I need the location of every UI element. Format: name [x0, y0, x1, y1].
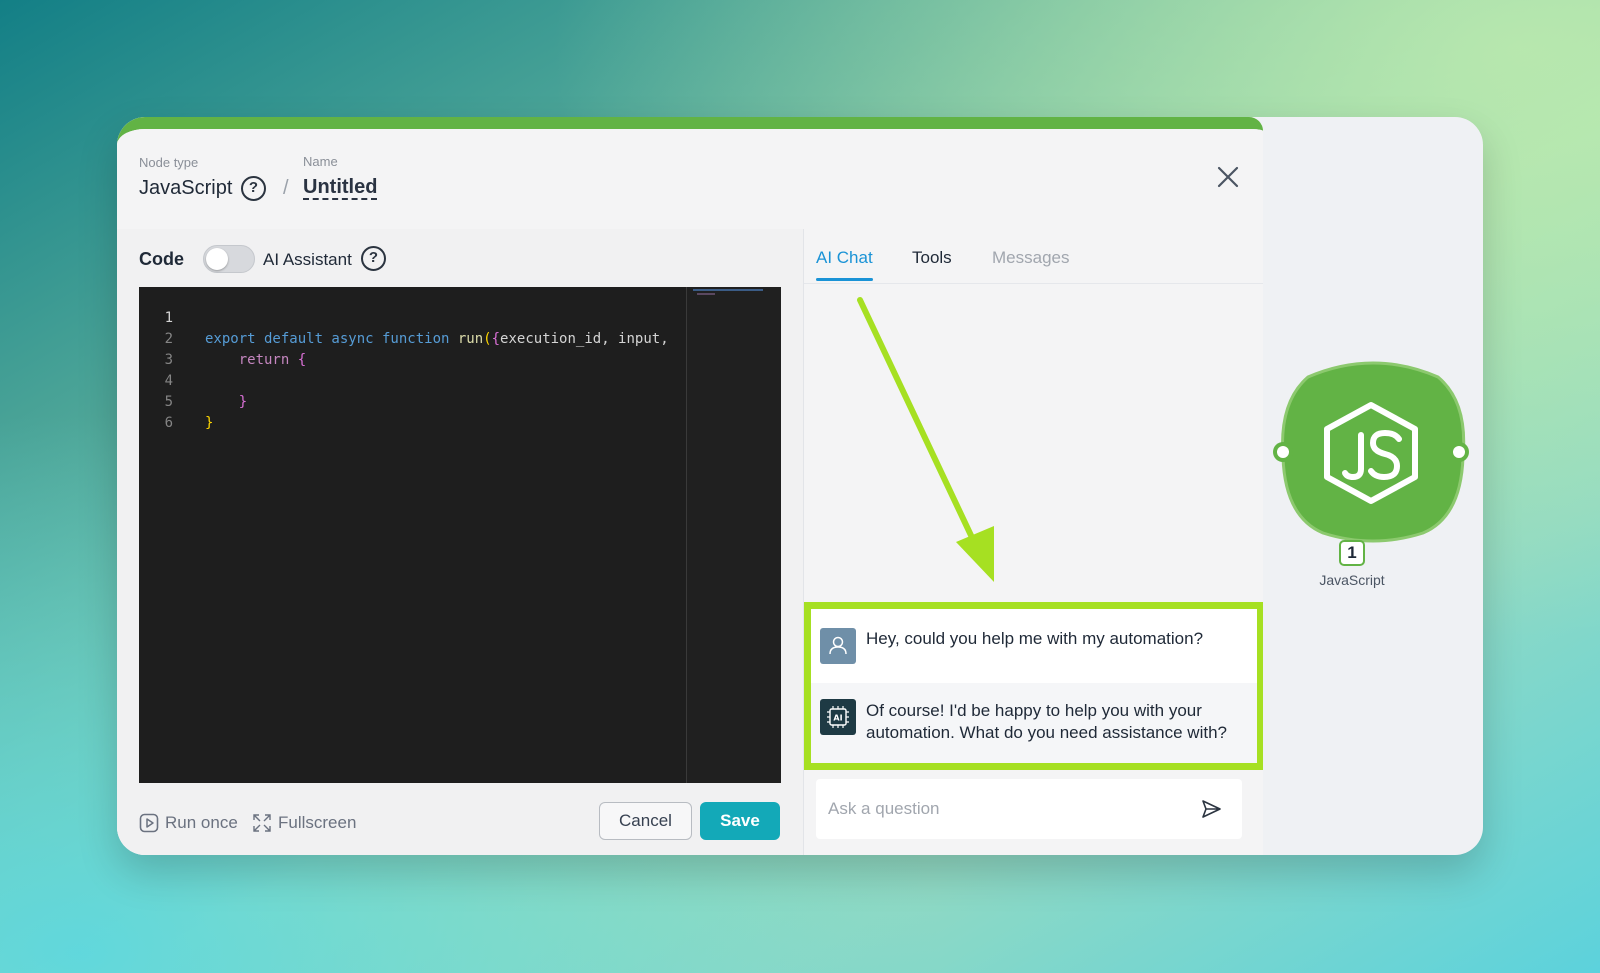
send-icon[interactable] [1200, 798, 1222, 820]
play-icon [139, 813, 159, 833]
code-minimap[interactable] [687, 287, 781, 783]
chat-message-user: Hey, could you help me with my automatio… [811, 609, 1257, 683]
code-line: 6 [139, 392, 685, 431]
tab-messages[interactable]: Messages [992, 248, 1069, 268]
ask-question-box [816, 779, 1242, 839]
chat-message-assistant: AI Of course! I'd be happy to help you w… [811, 683, 1257, 763]
code-line: 2 return { [139, 308, 685, 368]
node-type-help-icon[interactable]: ? [241, 176, 266, 201]
user-avatar [820, 628, 856, 664]
chat-message-text: Of course! I'd be happy to help you with… [866, 701, 1227, 742]
editor-card: Node type JavaScript ? / Name Untitled C… [117, 117, 1483, 855]
code-line: 5 } [139, 371, 685, 431]
highlight-arrow [857, 297, 994, 582]
ask-question-input[interactable] [828, 779, 1188, 839]
cancel-button[interactable]: Cancel [599, 802, 692, 840]
javascript-node[interactable] [1263, 357, 1483, 557]
node-type-value: JavaScript [139, 177, 233, 199]
toggle-knob [206, 248, 228, 270]
editor-footer: Run once Fullscreen Cancel Save [117, 783, 803, 855]
ai-assistant-toggle[interactable] [203, 245, 255, 273]
ai-chip-icon: AI [827, 706, 849, 728]
code-line: 1 export default async function run({exe… [139, 287, 685, 347]
node-type-label: Node type [139, 155, 199, 170]
line-number: 6 [164, 415, 173, 431]
ai-assistant-help-icon[interactable]: ? [361, 246, 386, 271]
breadcrumb-separator: / [283, 177, 289, 199]
name-label: Name [303, 154, 338, 169]
tab-tools[interactable]: Tools [912, 248, 952, 268]
node-editor-modal: Node type JavaScript ? / Name Untitled C… [117, 117, 1263, 855]
node-step-badge: 1 [1339, 540, 1365, 566]
minimap-preview [693, 289, 763, 295]
code-line: 3 [139, 329, 685, 368]
modal-header: Node type JavaScript ? / Name Untitled [117, 129, 1263, 229]
tab-ai-chat[interactable]: AI Chat [816, 248, 873, 281]
code-editor[interactable]: 1 export default async function run({exe… [139, 287, 781, 783]
assistant-panel: AI Chat Tools Messages Hey, could you he… [803, 229, 1263, 855]
chat-messages-highlight: Hey, could you help me with my automatio… [804, 602, 1263, 770]
fullscreen-label: Fullscreen [278, 813, 357, 832]
close-icon[interactable] [1214, 163, 1242, 191]
workflow-canvas [1263, 117, 1483, 855]
svg-text:AI: AI [833, 714, 842, 723]
run-once-label: Run once [165, 813, 238, 832]
assistant-tabs: AI Chat Tools Messages [804, 229, 1263, 284]
code-line: 4 } [139, 350, 685, 410]
ai-assistant-label: AI Assistant [263, 250, 352, 269]
code-panel: Code AI Assistant ? 1 export default asy… [117, 229, 803, 855]
save-button[interactable]: Save [700, 802, 780, 840]
chat-message-text: Hey, could you help me with my automatio… [866, 629, 1204, 648]
user-icon [829, 636, 847, 655]
code-label: Code [139, 249, 184, 269]
node-label: JavaScript [1319, 572, 1385, 588]
node-name-field[interactable]: Untitled [303, 176, 378, 200]
assistant-avatar: AI [820, 699, 856, 735]
expand-icon [253, 814, 271, 832]
